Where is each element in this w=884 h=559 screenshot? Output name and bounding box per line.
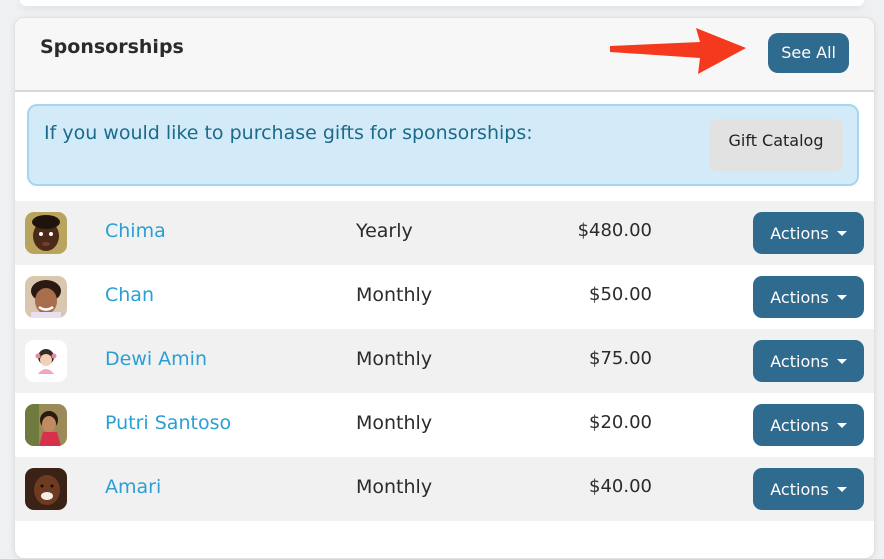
sponsorship-list: Chima Yearly $480.00 Actions Chan Monthl… — [15, 201, 874, 521]
actions-dropdown-button[interactable]: Actions — [753, 276, 864, 318]
sponsorship-row: Dewi Amin Monthly $75.00 Actions — [15, 329, 874, 393]
sponsorship-row: Putri Santoso Monthly $20.00 Actions — [15, 393, 874, 457]
gift-catalog-banner: If you would like to purchase gifts for … — [27, 104, 859, 186]
annotation-arrow-icon — [610, 28, 746, 74]
amount: $480.00 — [577, 220, 652, 241]
amount: $20.00 — [589, 412, 652, 433]
actions-label: Actions — [770, 351, 829, 371]
actions-label: Actions — [770, 479, 829, 499]
child-avatar[interactable] — [25, 468, 67, 510]
sponsorship-row: Chan Monthly $50.00 Actions — [15, 265, 874, 329]
caret-down-icon — [836, 294, 847, 300]
actions-dropdown-button[interactable]: Actions — [753, 404, 864, 446]
child-name-link[interactable]: Chima — [105, 220, 166, 242]
caret-down-icon — [836, 358, 847, 364]
amount: $50.00 — [589, 284, 652, 305]
sponsorship-row: Amari Monthly $40.00 Actions — [15, 457, 874, 521]
amount: $40.00 — [589, 476, 652, 497]
sponsorships-panel: Sponsorships See All If you would like t… — [14, 17, 875, 559]
actions-label: Actions — [770, 287, 829, 307]
gift-catalog-button[interactable]: Gift Catalog — [709, 119, 843, 172]
child-name-link[interactable]: Chan — [105, 284, 154, 306]
amount: $75.00 — [589, 348, 652, 369]
panel-title: Sponsorships — [40, 36, 184, 58]
see-all-button[interactable]: See All — [768, 33, 849, 73]
actions-dropdown-button[interactable]: Actions — [753, 340, 864, 382]
frequency: Monthly — [356, 348, 433, 370]
sponsorship-row: Chima Yearly $480.00 Actions — [15, 201, 874, 265]
child-name-link[interactable]: Dewi Amin — [105, 348, 207, 370]
gift-banner-text: If you would like to purchase gifts for … — [44, 122, 533, 144]
frequency: Monthly — [356, 412, 433, 434]
actions-label: Actions — [770, 223, 829, 243]
actions-label: Actions — [770, 415, 829, 435]
child-avatar[interactable] — [25, 212, 67, 254]
actions-dropdown-button[interactable]: Actions — [753, 212, 864, 254]
child-name-link[interactable]: Amari — [105, 476, 161, 498]
frequency: Monthly — [356, 476, 433, 498]
caret-down-icon — [836, 230, 847, 236]
caret-down-icon — [836, 486, 847, 492]
child-avatar[interactable] — [25, 340, 67, 382]
child-avatar[interactable] — [25, 404, 67, 446]
caret-down-icon — [836, 422, 847, 428]
child-avatar[interactable] — [25, 276, 67, 318]
actions-dropdown-button[interactable]: Actions — [753, 468, 864, 510]
frequency: Monthly — [356, 284, 433, 306]
frequency: Yearly — [356, 220, 413, 242]
child-name-link[interactable]: Putri Santoso — [105, 412, 231, 434]
